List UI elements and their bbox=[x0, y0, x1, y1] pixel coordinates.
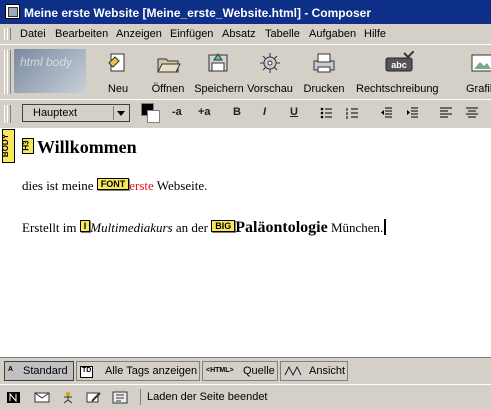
format-toolbar: Hauptext -a +a B I U bbox=[0, 99, 491, 129]
editor-gutter: BODY bbox=[0, 128, 16, 357]
color-picker[interactable] bbox=[139, 103, 161, 125]
save-button[interactable]: Speichern bbox=[194, 47, 244, 97]
italic-button[interactable]: I bbox=[263, 106, 266, 118]
menu-einfuegen[interactable]: Einfügen bbox=[170, 28, 213, 40]
tab-all-tags[interactable]: TD Alle Tags anzeigen bbox=[76, 361, 200, 381]
background-color-swatch[interactable] bbox=[147, 110, 160, 123]
text-caret bbox=[384, 219, 387, 235]
composer-logo: html body bbox=[14, 49, 86, 93]
italic-text: Multimediakurs bbox=[90, 220, 173, 235]
new-button[interactable]: Neu bbox=[100, 47, 136, 97]
td-tag-icon: TD bbox=[80, 366, 94, 378]
i-tag-marker[interactable]: I bbox=[79, 220, 91, 232]
mail-icon[interactable] bbox=[34, 391, 50, 404]
edit-mode-tabs: A Standard TD Alle Tags anzeigen <HTML> … bbox=[0, 357, 491, 384]
big-tag-marker[interactable]: BIG bbox=[211, 220, 236, 232]
instant-messenger-icon[interactable] bbox=[60, 391, 76, 404]
main-toolbar: html body Neu Öffnen Speichern Vorschau … bbox=[0, 44, 491, 100]
chevron-down-icon[interactable] bbox=[113, 106, 128, 120]
font-tag-marker[interactable]: FONT bbox=[96, 178, 130, 190]
bullet-list-icon[interactable] bbox=[320, 107, 332, 119]
numbered-list-icon[interactable] bbox=[346, 107, 358, 119]
menu-absatz[interactable]: Absatz bbox=[222, 28, 256, 40]
menu-tabelle[interactable]: Tabelle bbox=[265, 28, 300, 40]
menu-datei[interactable]: Datei bbox=[20, 28, 46, 40]
menubar-grip[interactable] bbox=[3, 26, 11, 42]
menu-anzeigen[interactable]: Anzeigen bbox=[116, 28, 162, 40]
body-tag-marker[interactable]: BODY bbox=[1, 129, 15, 163]
tab-source[interactable]: <HTML> Quelle bbox=[202, 361, 278, 381]
bold-button[interactable]: B bbox=[233, 106, 241, 118]
status-bar: Laden der Seite beendet bbox=[0, 384, 491, 409]
spellcheck-icon-text: abc bbox=[391, 60, 407, 70]
spellcheck-icon: abc bbox=[384, 50, 415, 75]
editor-canvas[interactable] bbox=[16, 128, 491, 357]
address-book-icon[interactable] bbox=[112, 391, 128, 404]
smaller-font-button[interactable]: -a bbox=[172, 106, 182, 118]
navigator-icon[interactable] bbox=[6, 391, 22, 404]
big-text: Paläontologie bbox=[235, 219, 328, 236]
new-page-icon bbox=[105, 51, 131, 75]
paragraph-style-select[interactable]: Hauptext bbox=[22, 104, 130, 122]
title-bar: Meine erste Website [Meine_erste_Website… bbox=[0, 0, 491, 24]
tab-standard[interactable]: A Standard bbox=[4, 361, 74, 381]
preview-mode-icon bbox=[284, 365, 302, 377]
page-heading[interactable]: Willkommen bbox=[37, 137, 137, 158]
paragraph-1[interactable]: dies ist meine FONT erste Webseite. bbox=[22, 178, 207, 194]
menu-aufgaben[interactable]: Aufgaben bbox=[309, 28, 356, 40]
save-icon bbox=[206, 51, 232, 75]
indent-icon[interactable] bbox=[406, 107, 418, 119]
larger-font-button[interactable]: +a bbox=[198, 106, 211, 118]
spellcheck-button[interactable]: abc Rechtschreibung bbox=[356, 47, 439, 97]
print-icon bbox=[311, 51, 337, 75]
formatbar-grip[interactable] bbox=[3, 103, 11, 125]
print-button[interactable]: Drucken bbox=[302, 47, 346, 97]
image-icon bbox=[469, 51, 491, 75]
window-title: Meine erste Website [Meine_erste_Website… bbox=[24, 6, 371, 20]
menu-hilfe[interactable]: Hilfe bbox=[364, 28, 386, 40]
h3-tag-marker[interactable]: H3 bbox=[22, 138, 34, 154]
status-text: Laden der Seite beendet bbox=[140, 389, 268, 405]
open-folder-icon bbox=[155, 51, 181, 75]
menu-bar: Datei Bearbeiten Anzeigen Einfügen Absat… bbox=[0, 24, 491, 44]
editor-right-edge bbox=[476, 128, 491, 357]
underline-button[interactable]: U bbox=[290, 106, 298, 118]
paragraph-2[interactable]: Erstellt im I Multimediakurs an der BIG Pa… bbox=[22, 219, 387, 237]
composer-app-icon[interactable] bbox=[5, 4, 20, 19]
standard-mode-icon: A bbox=[8, 366, 14, 373]
composer-icon[interactable] bbox=[86, 391, 102, 404]
red-text: erste bbox=[129, 178, 154, 193]
menu-bearbeiten[interactable]: Bearbeiten bbox=[55, 28, 108, 40]
html-source-icon: <HTML> bbox=[206, 367, 234, 374]
preview-button[interactable]: Vorschau bbox=[246, 47, 294, 97]
image-button[interactable]: Grafik bbox=[462, 47, 491, 97]
align-center-icon[interactable] bbox=[466, 107, 478, 119]
tab-preview[interactable]: Ansicht bbox=[280, 361, 348, 381]
preview-icon bbox=[257, 51, 283, 75]
outdent-icon[interactable] bbox=[380, 107, 392, 119]
paragraph-style-value: Hauptext bbox=[33, 107, 78, 119]
toolbar-grip[interactable] bbox=[3, 48, 11, 96]
align-left-icon[interactable] bbox=[440, 107, 452, 119]
open-button[interactable]: Öffnen bbox=[148, 47, 188, 97]
